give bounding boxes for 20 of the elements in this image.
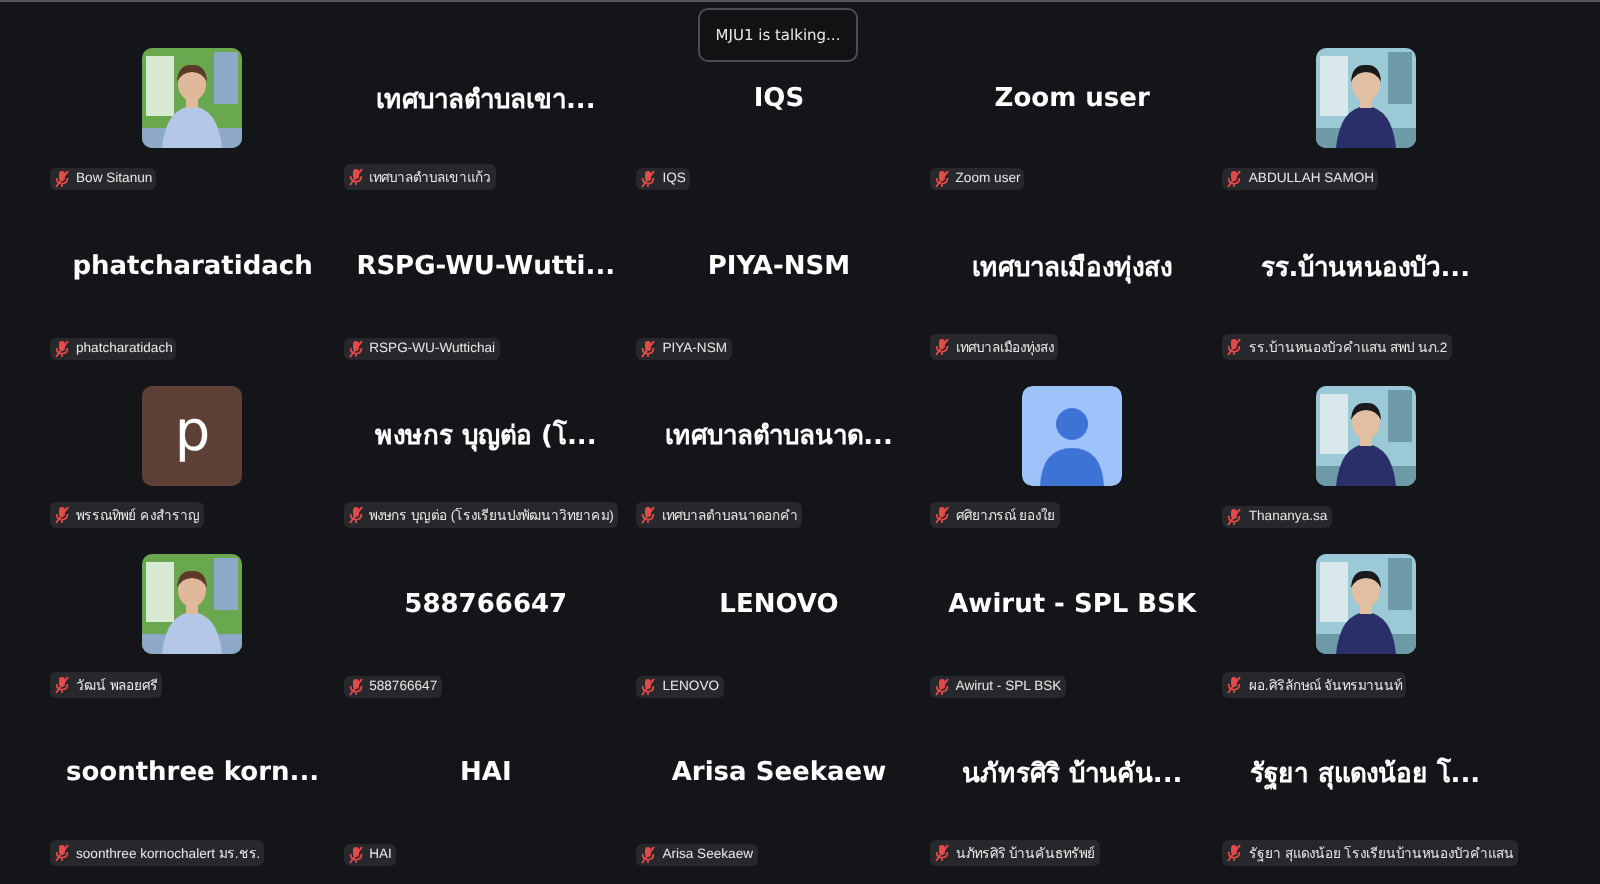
display-name: 588766647 bbox=[404, 589, 568, 620]
display-name: phatcharatidach bbox=[72, 252, 313, 283]
display-name: RSPG-WU-Wutti... bbox=[356, 252, 616, 283]
display-name: พงษกร บุญต่อ (โ... bbox=[374, 417, 597, 457]
display-name: soonthree korn... bbox=[65, 758, 320, 789]
display-name: PIYA-NSM bbox=[707, 252, 851, 283]
display-name: Arisa Seekaew bbox=[671, 758, 887, 789]
avatar-letter: p bbox=[142, 385, 243, 486]
default-avatar-icon bbox=[1022, 385, 1123, 486]
display-name: HAI bbox=[460, 758, 512, 789]
display-name: เทศบาลตำบลนาด... bbox=[665, 420, 893, 457]
display-name: เทศบาลตำบลเขา... bbox=[375, 83, 596, 120]
display-name: Awirut - SPL BSK bbox=[948, 589, 1197, 620]
display-name: นภัทรศิริ บ้านคัน... bbox=[961, 757, 1183, 795]
display-name: Zoom user bbox=[994, 83, 1150, 114]
display-name: รร.บ้านหนองบัว... bbox=[1260, 251, 1471, 289]
display-name: เทศบาลเมืองทุ่งสง bbox=[972, 251, 1173, 289]
display-name: LENOVO bbox=[719, 589, 839, 620]
display-name: รัฐยา สุแดงน้อย โ... bbox=[1250, 755, 1481, 795]
display-name: IQS bbox=[753, 83, 805, 114]
